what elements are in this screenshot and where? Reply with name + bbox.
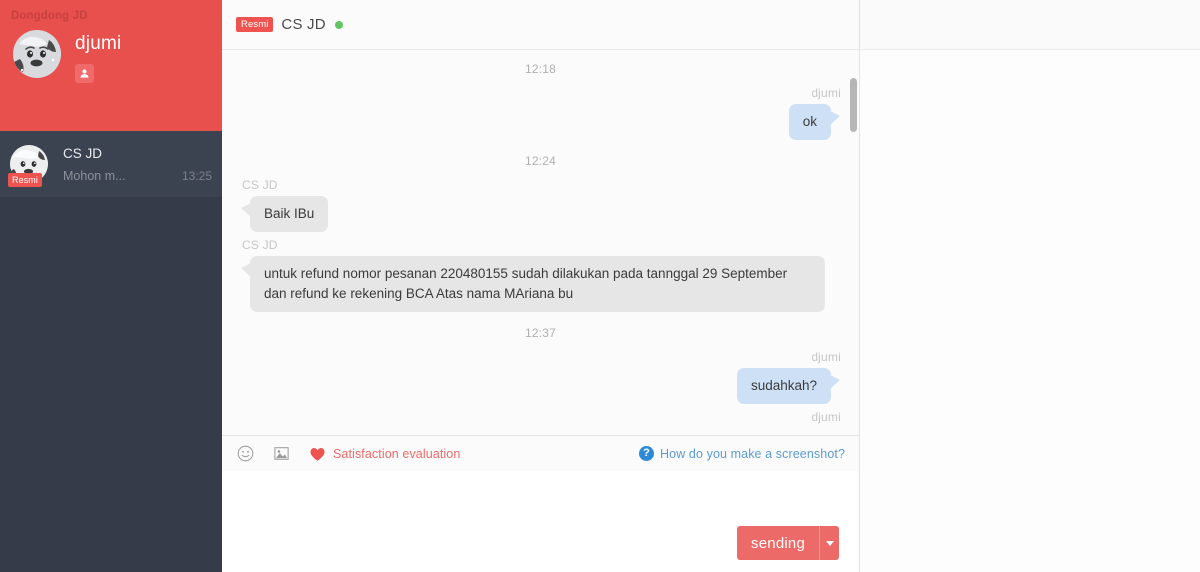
question-mark-icon: ? — [639, 446, 655, 461]
message-row: CS JD untuk refund nomor pesanan 22048015… — [236, 234, 845, 312]
right-panel-body — [860, 50, 1200, 572]
message-timestamp: 12:37 — [524, 326, 557, 340]
message-row: djumi — [236, 406, 845, 428]
screenshot-help-link[interactable]: ? How do you make a screenshot? — [639, 446, 845, 461]
right-panel-header — [860, 0, 1200, 50]
user-avatar-cartoon-face-icon — [13, 30, 61, 78]
toolbar-right-group: ? How do you make a screenshot? — [639, 446, 845, 461]
send-button-group: sending — [737, 526, 839, 560]
avatar[interactable] — [13, 30, 61, 78]
conversation-time: 13:25 — [181, 169, 212, 183]
conversation-preview: Mohon m... — [63, 169, 126, 183]
composer-actions: sending — [222, 526, 859, 572]
smiley-icon[interactable] — [236, 445, 254, 463]
message-bubble: sudahkah? — [736, 368, 841, 404]
chat-header: Resmi CS JD — [222, 0, 859, 50]
chat-panel: Resmi CS JD 12:18 djumi ok 12:24 CS JD Baik I… — [222, 0, 860, 572]
composer: sending — [222, 471, 859, 572]
conversation-top-row: CS JD — [63, 145, 212, 163]
message-sender: djumi — [811, 350, 841, 364]
online-dot-icon — [334, 20, 343, 29]
toolbar-left-group: Satisfaction evaluation — [236, 445, 460, 463]
person-badge-icon[interactable] — [75, 64, 94, 83]
message-bubble: untuk refund nomor pesanan 220480155 sud… — [241, 256, 825, 312]
conversation-list: Resmi CS JD Mohon m... 13:25 — [0, 131, 222, 197]
chevron-down-icon — [825, 540, 834, 546]
message-timestamp: 12:18 — [524, 62, 557, 76]
scrollbar-thumb[interactable] — [850, 78, 857, 132]
chat-toolbar: Satisfaction evaluation ? How do you mak… — [222, 435, 859, 471]
message-row: djumi sudahkah? — [236, 346, 845, 404]
message-timestamp: 12:24 — [524, 154, 557, 168]
right-panel — [860, 0, 1200, 572]
message-sender: djumi — [811, 86, 841, 100]
profile-panel: Dongdong JD djumi — [0, 0, 222, 131]
profile-meta: djumi — [61, 30, 121, 83]
satisfaction-evaluation-button[interactable]: Satisfaction evaluation — [308, 445, 460, 463]
header-badge: Resmi — [236, 17, 274, 32]
conversation-name: CS JD — [63, 146, 103, 161]
scrollbar[interactable] — [850, 50, 857, 435]
message-sender: djumi — [811, 410, 841, 424]
chat-application-window: Dongdong JD djumi Resmi CS JD Mohon m...… — [0, 0, 1200, 572]
person-icon — [80, 69, 89, 78]
message-sender: CS JD — [242, 238, 278, 252]
sidebar: Dongdong JD djumi Resmi CS JD Mohon m...… — [0, 0, 222, 572]
list-item[interactable]: Resmi CS JD Mohon m... 13:25 — [0, 131, 222, 197]
conversation-body: CS JD Mohon m... 13:25 — [48, 145, 212, 183]
screenshot-help-label: How do you make a screenshot? — [660, 446, 845, 461]
send-dropdown-button[interactable] — [819, 526, 839, 560]
page-title: CS JD — [281, 16, 326, 33]
send-button[interactable]: sending — [737, 526, 819, 560]
message-row: CS JD Baik IBu — [236, 174, 845, 232]
message-input[interactable] — [222, 471, 859, 526]
message-bubble: ok — [788, 104, 841, 140]
image-icon[interactable] — [272, 445, 290, 463]
message-sender: CS JD — [242, 178, 278, 192]
heart-icon — [308, 445, 326, 463]
conversation-bottom-row: Mohon m... 13:25 — [63, 169, 212, 183]
profile-row[interactable]: djumi — [0, 24, 222, 83]
profile-name: djumi — [75, 33, 122, 54]
status-badge: Resmi — [8, 173, 43, 187]
brand-label: Dongdong JD — [11, 10, 88, 22]
message-list[interactable]: 12:18 djumi ok 12:24 CS JD Baik IBu CS JD untuk… — [222, 50, 859, 435]
message-row: djumi ok — [236, 82, 845, 140]
conversation-avatar-wrap: Resmi — [8, 145, 48, 187]
message-bubble: Baik IBu — [240, 196, 329, 232]
satisfaction-evaluation-label: Satisfaction evaluation — [333, 446, 461, 461]
